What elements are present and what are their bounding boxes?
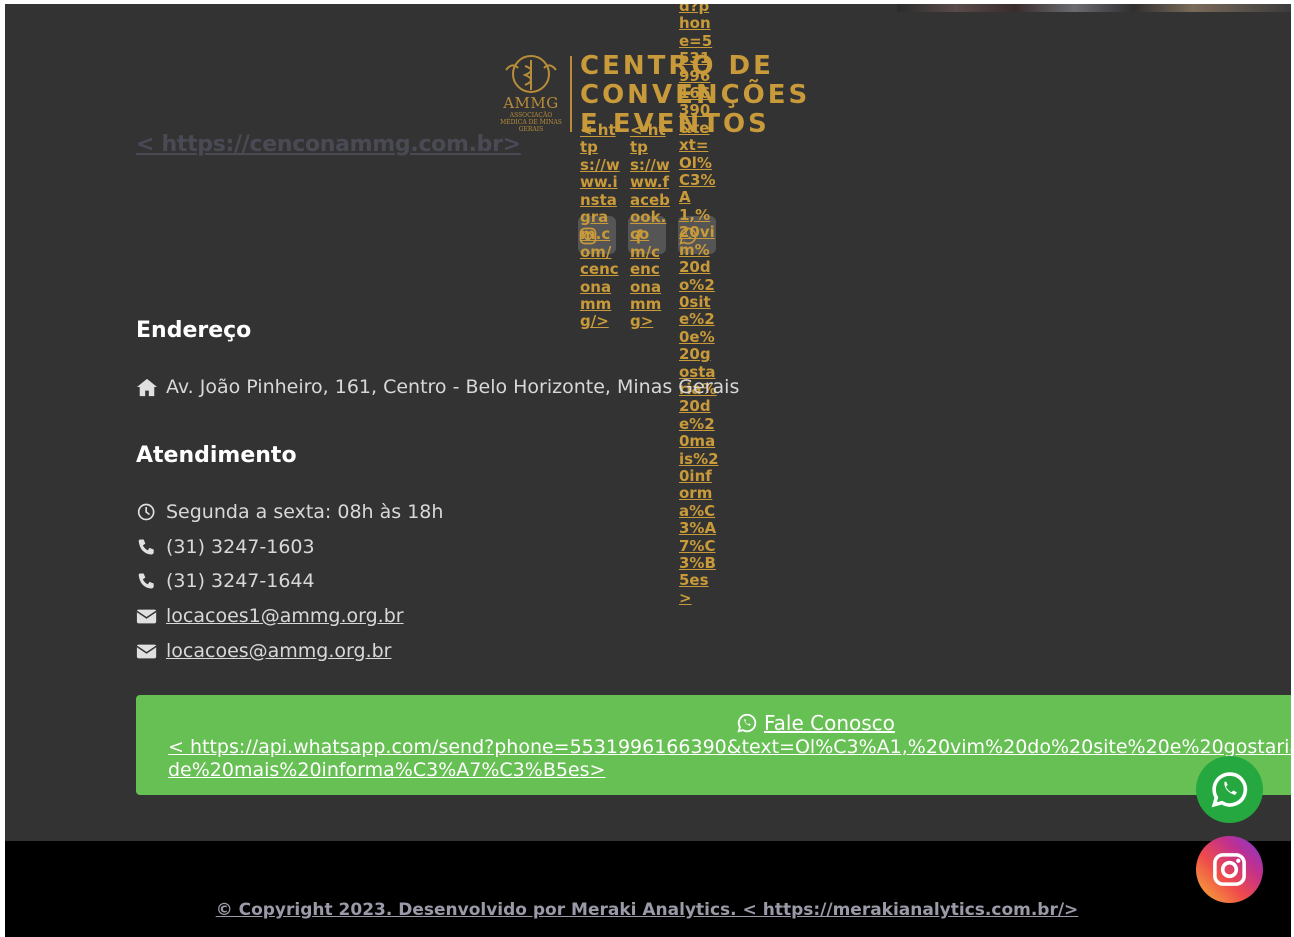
envelope-icon bbox=[136, 644, 157, 659]
phone-text-1: (31) 3247-1603 bbox=[166, 536, 315, 558]
whatsapp-icon bbox=[737, 713, 757, 733]
email-link-2[interactable]: locacoes@ammg.org.br bbox=[166, 640, 392, 662]
address-heading: Endereço bbox=[136, 318, 252, 343]
email-row-2: locacoes@ammg.org.br bbox=[136, 638, 392, 664]
floating-instagram-button[interactable] bbox=[1196, 836, 1263, 903]
phone-icon bbox=[138, 539, 154, 555]
home-icon bbox=[137, 378, 157, 397]
address-row: Av. João Pinheiro, 161, Centro - Belo Ho… bbox=[136, 374, 739, 400]
contact-label[interactable]: Fale Conosco bbox=[736, 711, 895, 735]
phone-text-2: (31) 3247-1644 bbox=[166, 570, 315, 592]
whatsapp-link[interactable]: d?phone=5531996166390&text=Ol%C3%A1,%20v… bbox=[679, 4, 719, 607]
hours-text: Segunda a sexta: 08h às 18h bbox=[166, 501, 444, 523]
footer-section: AMMG ASSOCIAÇÃO MÉDICA DE MINAS GERAIS C… bbox=[5, 4, 1291, 937]
ammg-emblem: AMMG ASSOCIAÇÃO MÉDICA DE MINAS GERAIS bbox=[500, 52, 562, 134]
floating-whatsapp-button[interactable] bbox=[1196, 756, 1263, 823]
whatsapp-icon bbox=[1211, 772, 1248, 808]
email-link-1[interactable]: locacoes1@ammg.org.br bbox=[166, 605, 404, 627]
envelope-icon bbox=[136, 609, 157, 624]
caduceus-icon bbox=[505, 55, 557, 93]
contact-whatsapp-button[interactable]: Fale Conosco < https://api.whatsapp.com/… bbox=[136, 695, 1291, 795]
clock-icon bbox=[137, 503, 155, 521]
phone-row-2: (31) 3247-1644 bbox=[136, 568, 315, 594]
contact-label-text: Fale Conosco bbox=[764, 711, 895, 735]
address-text: Av. João Pinheiro, 161, Centro - Belo Ho… bbox=[166, 376, 740, 398]
contact-whatsapp-link[interactable]: < https://api.whatsapp.com/send?phone=55… bbox=[168, 736, 1291, 782]
phone-row-1: (31) 3247-1603 bbox=[136, 534, 315, 560]
service-heading: Atendimento bbox=[136, 443, 297, 468]
email-row-1: locacoes1@ammg.org.br bbox=[136, 603, 404, 629]
site-link[interactable]: < https://cenconammg.com.br> bbox=[136, 132, 521, 157]
copyright-link[interactable]: © Copyright 2023. Desenvolvido por Merak… bbox=[0, 900, 1294, 920]
logo-mark-subtext: ASSOCIAÇÃO MÉDICA DE MINAS GERAIS bbox=[500, 112, 562, 133]
hours-row: Segunda a sexta: 08h às 18h bbox=[136, 499, 443, 525]
header-image-strip bbox=[897, 4, 1291, 12]
phone-icon bbox=[138, 573, 154, 589]
instagram-icon bbox=[1213, 853, 1246, 886]
logo-mark-text: AMMG bbox=[503, 94, 559, 112]
copyright-bar bbox=[5, 841, 1291, 937]
logo-divider bbox=[570, 56, 572, 132]
instagram-link[interactable]: < https://www.instagram.com/cenconammg/> bbox=[580, 121, 620, 331]
facebook-link[interactable]: < https://www.facebook.com/cenconammg> bbox=[630, 121, 670, 331]
